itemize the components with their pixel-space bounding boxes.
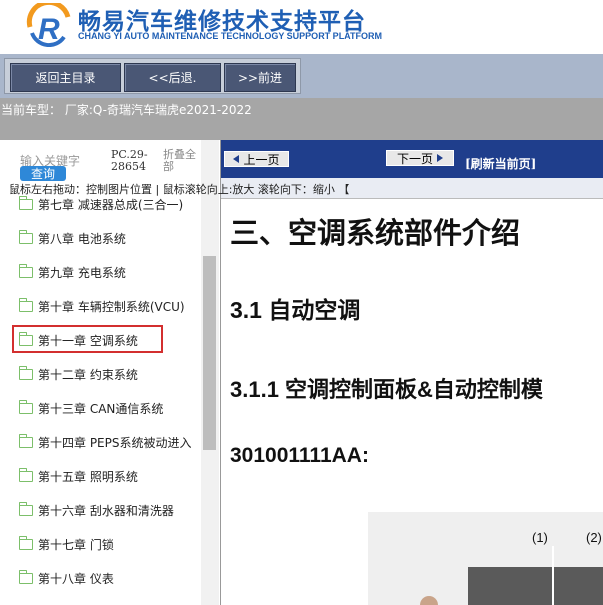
arrow-right-icon	[437, 154, 443, 162]
back-button[interactable]: <<后退.	[124, 63, 221, 92]
forward-button[interactable]: >>前进	[224, 63, 296, 92]
pc-code: PC.29-28654	[111, 148, 148, 173]
collapse-all-button[interactable]: 折叠全部	[163, 149, 201, 173]
toolbar-panel: 返回主目录 <<后退. >>前进	[4, 58, 301, 94]
tree-item-label: 第十八章 仪表	[38, 571, 114, 586]
folder-icon	[19, 569, 33, 584]
toolbar: 返回主目录 <<后退. >>前进	[0, 54, 603, 98]
next-page-label: 下一页	[396, 151, 433, 166]
doc-heading-2: 3.1.1 空调控制面板&自动控制模	[230, 377, 543, 402]
tree-item-chapter-15[interactable]: 第十五章 照明系统	[19, 464, 138, 488]
tree-item-chapter-13[interactable]: 第十三章 CAN通信系统	[19, 396, 163, 420]
tree-item-label: 第十四章 PEPS系统被动进入	[38, 435, 192, 450]
tree-item-chapter-17[interactable]: 第十七章 门锁	[19, 532, 114, 556]
tree-item-chapter-12[interactable]: 第十二章 约束系统	[19, 362, 138, 386]
tree-item-chapter-8[interactable]: 第八章 电池系统	[19, 226, 126, 250]
folder-icon	[19, 195, 33, 210]
next-page-button[interactable]: 下一页	[386, 150, 454, 166]
folder-icon	[19, 399, 33, 414]
home-button[interactable]: 返回主目录	[10, 63, 121, 92]
folder-icon	[19, 501, 33, 516]
selected-item-highlight	[12, 325, 163, 353]
tree-item-label: 第十七章 门锁	[38, 537, 114, 552]
doc-heading-1: 3.1 自动空调	[230, 297, 361, 323]
doc-title: 三、空调系统部件介绍	[230, 216, 521, 250]
tree-item-label: 第八章 电池系统	[38, 231, 126, 246]
figure-callout-2: (2)	[586, 530, 602, 545]
tree-item-label: 第十三章 CAN通信系统	[38, 401, 164, 416]
tree-item-chapter-9[interactable]: 第九章 充电系统	[19, 260, 126, 284]
folder-icon	[19, 365, 33, 380]
folder-icon	[19, 263, 33, 278]
sidebar-scrollbar-thumb[interactable]	[203, 256, 216, 450]
folder-icon	[19, 297, 33, 312]
tree-item-label: 第七章 减速器总成(三合一)	[38, 197, 184, 212]
tree-item-label: 第十二章 约束系统	[38, 367, 138, 382]
tip-text: 鼠标左右拖动：控制图片位置 | 鼠标滚轮向上:放大 滚轮向下：缩小 【	[9, 183, 350, 196]
folder-icon	[19, 229, 33, 244]
folder-icon	[19, 535, 33, 550]
prev-page-button[interactable]: 上一页	[224, 151, 289, 167]
tree-item-label: 第十五章 照明系统	[38, 469, 138, 484]
svg-text:R: R	[38, 13, 60, 46]
tree-item-chapter-10[interactable]: 第十章 车辆控制系统(VCU)	[19, 294, 185, 318]
arrow-left-icon	[233, 155, 240, 163]
figure-panel-shape	[468, 567, 603, 605]
tree-item-chapter-18[interactable]: 第十八章 仪表	[19, 566, 114, 590]
header: R 畅易汽车维修技术支持平台 CHANG YI AUTO MAINTENANCE…	[0, 0, 603, 54]
prev-page-label: 上一页	[243, 152, 280, 167]
refresh-page-link[interactable]: [刷新当前页]	[465, 155, 536, 172]
part-number: 301001111AA:	[230, 444, 369, 467]
tree-item-chapter-14[interactable]: 第十四章 PEPS系统被动进入	[19, 430, 192, 454]
folder-icon	[19, 467, 33, 482]
tree-item-label: 第九章 充电系统	[38, 265, 126, 280]
tree-item-label: 第十章 车辆控制系统(VCU)	[38, 299, 185, 314]
figure-callout-line	[552, 546, 554, 605]
tree-item-label: 第十六章 刮水器和清洗器	[38, 503, 174, 518]
search-button[interactable]: 查询	[20, 166, 66, 181]
tree-item-chapter-16[interactable]: 第十六章 刮水器和清洗器	[19, 498, 174, 522]
figure-callout-1: (1)	[532, 530, 548, 545]
folder-icon	[19, 433, 33, 448]
logo-icon: R	[26, 3, 71, 47]
current-car-model: 当前车型： 厂家:Q-奇瑞汽车瑞虎e2021-2022	[1, 103, 252, 117]
platform-subtitle: CHANG YI AUTO MAINTENANCE TECHNOLOGY SUP…	[78, 31, 383, 41]
